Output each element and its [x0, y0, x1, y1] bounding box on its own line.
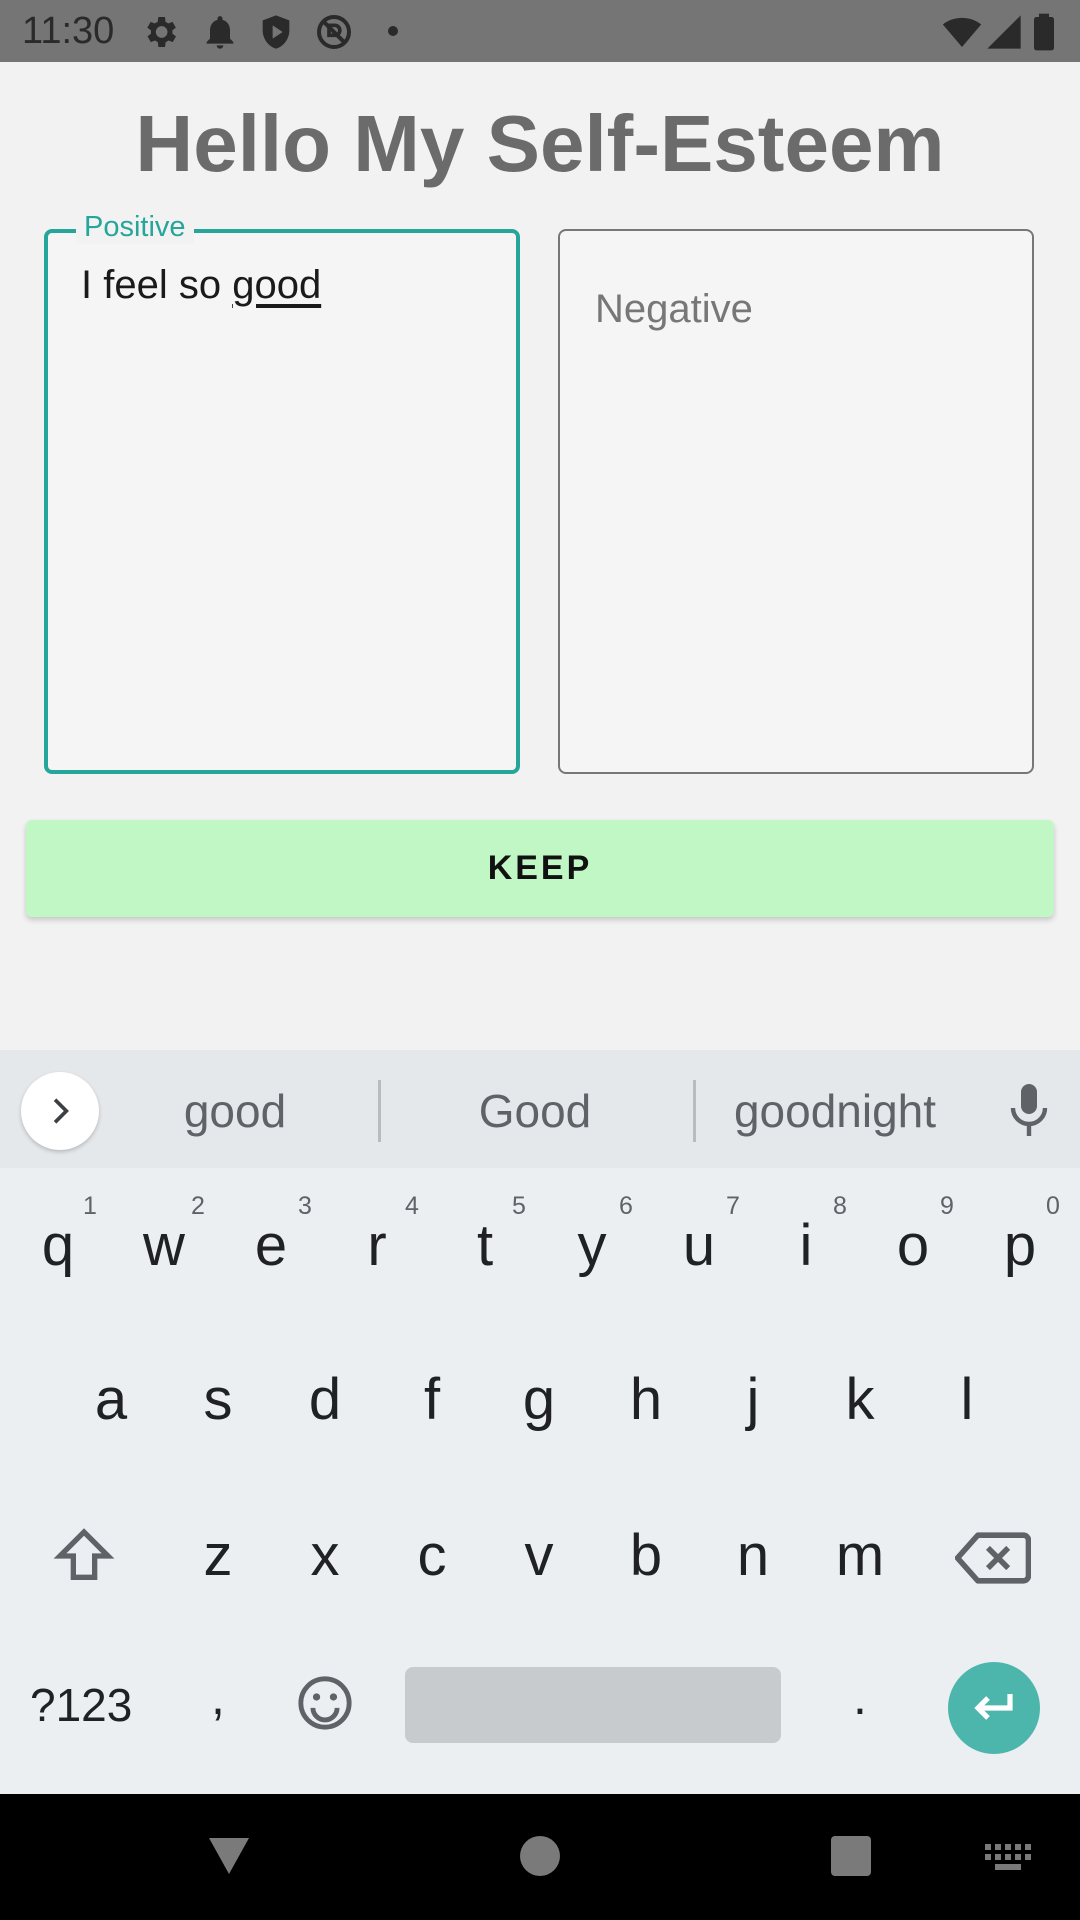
key-hint-4: 4 [405, 1192, 419, 1220]
suggestion-divider [693, 1080, 696, 1142]
shield-play-icon [262, 15, 290, 49]
navigation-bar [0, 1794, 1080, 1920]
key-period[interactable]: . [820, 1668, 900, 1726]
key-w[interactable]: w [124, 1212, 204, 1279]
key-comma[interactable]: , [178, 1668, 258, 1726]
suggestion-1[interactable]: good [130, 1084, 340, 1138]
key-o[interactable]: o [873, 1212, 953, 1279]
page-title: Hello My Self-Esteem [135, 99, 945, 188]
key-b[interactable]: b [606, 1522, 686, 1589]
key-d[interactable]: d [285, 1366, 365, 1433]
symbols-key[interactable]: ?123 [30, 1678, 132, 1732]
composing-word: good [232, 263, 322, 307]
signal-icon [987, 15, 1021, 49]
keep-button[interactable]: KEEP [26, 820, 1054, 917]
key-hint-8: 8 [833, 1192, 847, 1220]
key-g[interactable]: g [499, 1366, 579, 1433]
app-screen: 11:30 Hello My Self-Esteem Positive I fe… [0, 0, 1080, 1920]
wifi-icon [942, 17, 982, 47]
notification-bell-icon [206, 16, 234, 49]
key-q[interactable]: q [18, 1212, 98, 1279]
key-i[interactable]: i [766, 1212, 846, 1279]
key-u[interactable]: u [659, 1212, 739, 1279]
negative-text-field[interactable]: Negative [558, 229, 1034, 774]
positive-value-text: I feel so [81, 263, 233, 307]
soft-keyboard: good Good goodnight q 1 w 2 e 3 r 4 t 5 … [0, 1050, 1080, 1794]
status-bar: 11:30 [0, 0, 1080, 62]
key-j[interactable]: j [713, 1366, 793, 1433]
key-h[interactable]: h [606, 1366, 686, 1433]
keyboard-switch-icon[interactable] [985, 1844, 1031, 1870]
key-hint-6: 6 [619, 1192, 633, 1220]
key-x[interactable]: x [285, 1522, 365, 1589]
key-y[interactable]: y [552, 1212, 632, 1279]
expand-toolbar-button[interactable] [21, 1072, 99, 1150]
key-hint-7: 7 [726, 1192, 740, 1220]
home-circle-icon[interactable] [520, 1836, 560, 1876]
key-v[interactable]: v [499, 1522, 579, 1589]
key-e[interactable]: e [231, 1212, 311, 1279]
chevron-right-icon [53, 1098, 69, 1124]
key-a[interactable]: a [71, 1366, 151, 1433]
key-s[interactable]: s [178, 1366, 258, 1433]
key-t[interactable]: t [445, 1212, 525, 1279]
key-hint-0: 0 [1046, 1192, 1060, 1220]
key-p[interactable]: p [980, 1212, 1060, 1279]
enter-arrow-icon [974, 1694, 1013, 1720]
status-time: 11:30 [22, 10, 115, 52]
key-hint-2: 2 [191, 1192, 205, 1220]
shift-icon[interactable] [52, 1524, 116, 1588]
key-c[interactable]: c [392, 1522, 472, 1589]
battery-icon [1034, 13, 1054, 51]
key-r[interactable]: r [337, 1212, 417, 1279]
positive-text-field[interactable]: Positive I feel so good [44, 211, 520, 774]
more-notifications-dot [388, 26, 398, 36]
key-m[interactable]: m [820, 1522, 900, 1589]
key-hint-1: 1 [83, 1192, 97, 1220]
key-f[interactable]: f [392, 1366, 472, 1433]
backspace-icon[interactable] [955, 1530, 1031, 1586]
suggestion-bar: good Good goodnight [0, 1050, 1080, 1168]
emoji-icon[interactable] [296, 1674, 354, 1732]
recents-square-icon[interactable] [831, 1836, 871, 1876]
microphone-icon[interactable] [1005, 1082, 1053, 1138]
suggestion-2[interactable]: Good [430, 1084, 640, 1138]
negative-field-placeholder: Negative [595, 287, 753, 331]
key-hint-3: 3 [298, 1192, 312, 1220]
key-k[interactable]: k [820, 1366, 900, 1433]
back-triangle-icon[interactable] [207, 1836, 251, 1876]
key-hint-9: 9 [940, 1192, 954, 1220]
space-bar[interactable] [405, 1667, 781, 1743]
settings-icon [147, 17, 176, 47]
suggestion-3[interactable]: goodnight [715, 1084, 955, 1138]
enter-key[interactable] [948, 1662, 1040, 1754]
suggestion-divider [378, 1080, 381, 1142]
key-hint-5: 5 [512, 1192, 526, 1220]
key-z[interactable]: z [178, 1522, 258, 1589]
positive-field-value[interactable]: I feel so good [81, 263, 321, 308]
positive-field-label: Positive [76, 211, 194, 244]
key-n[interactable]: n [713, 1522, 793, 1589]
key-l[interactable]: l [927, 1366, 1007, 1433]
no-disturb-icon [317, 15, 351, 49]
